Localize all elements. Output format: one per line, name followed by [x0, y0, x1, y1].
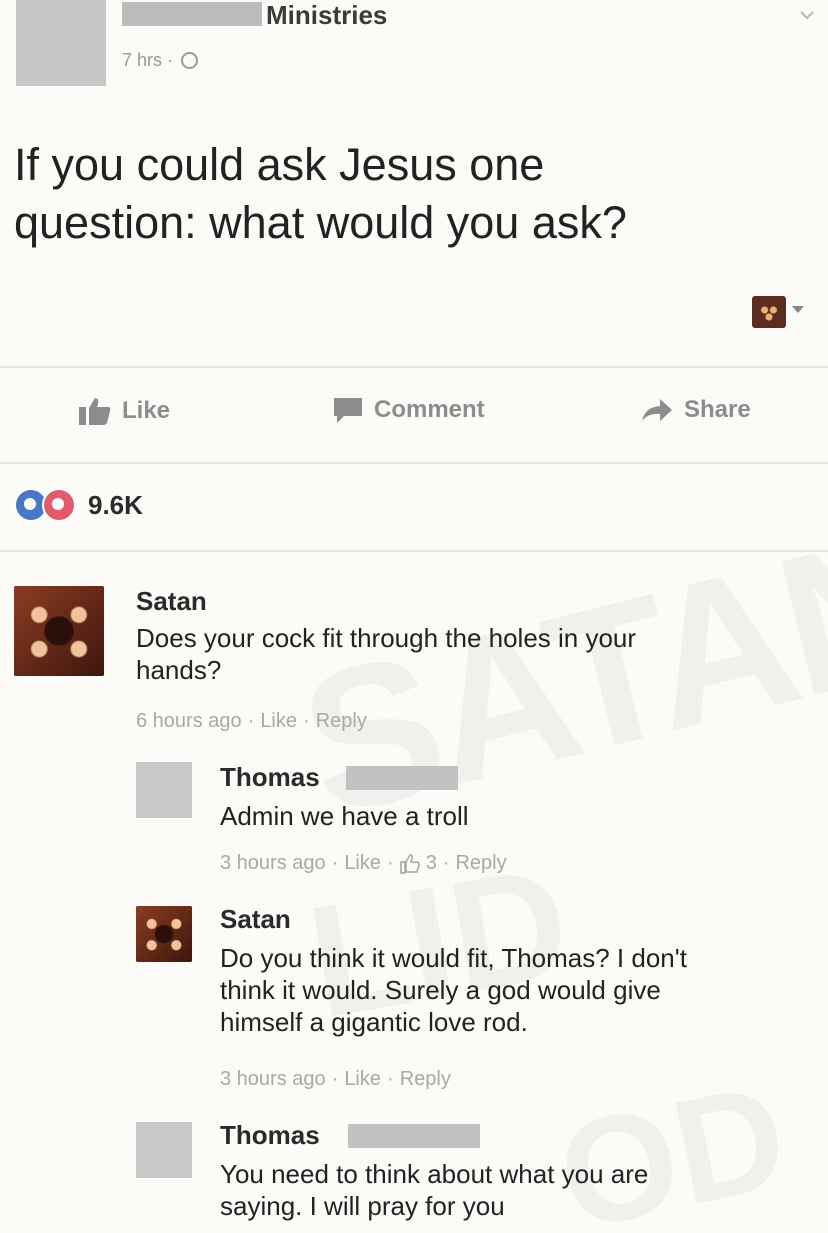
action-bar: Like Comment Share — [0, 372, 828, 452]
comment-meta: 3 hours ago · Like · 3 · Reply — [220, 852, 507, 875]
post-header: Ministries 7 hrs · — [0, 0, 828, 100]
comment-time[interactable]: 6 hours ago — [136, 710, 242, 733]
thumbs-up-icon — [79, 398, 111, 425]
comment-like-count[interactable]: 3 — [426, 852, 437, 875]
like-label: Like — [122, 397, 171, 424]
reacting-as-avatar[interactable] — [752, 296, 786, 328]
redacted-name-block — [122, 2, 262, 26]
comment-text-line: Do you think it would fit, Thomas? I don… — [220, 943, 687, 973]
comment-text: Do you think it would fit, Thomas? I don… — [220, 942, 820, 1038]
post-timestamp: 7 hrs · — [122, 50, 199, 71]
commenter-name[interactable]: Thomas — [220, 1120, 320, 1151]
avatar[interactable] — [136, 1122, 192, 1178]
comment-meta: 6 hours ago · Like · Reply — [136, 710, 367, 733]
comment-reply-link[interactable]: Reply — [400, 1068, 451, 1091]
chevron-down-icon[interactable] — [798, 6, 816, 24]
comment-button[interactable]: Comment — [332, 396, 485, 424]
avatar[interactable] — [136, 906, 192, 962]
comment-text-line: think it would. Surely a god would give — [220, 975, 661, 1005]
comment-text-line: Admin we have a troll — [220, 801, 469, 831]
commenter-name[interactable]: Satan — [220, 904, 291, 935]
comment-text-line: himself a gigantic love rod. — [220, 1007, 528, 1037]
comment-reply-link[interactable]: Reply — [455, 852, 506, 875]
comment-like-link[interactable]: Like — [260, 710, 297, 733]
comment-text-line: Does your cock fit through the holes in … — [136, 623, 637, 653]
comment-text: You need to think about what you are say… — [220, 1158, 820, 1222]
comment-reply-link[interactable]: Reply — [316, 710, 367, 733]
like-button[interactable]: Like — [78, 396, 170, 426]
page-name[interactable]: Ministries — [266, 0, 387, 31]
commenter-name[interactable]: Thomas — [220, 762, 320, 793]
redacted-name-block — [348, 1124, 480, 1148]
comment-time[interactable]: 3 hours ago — [220, 852, 326, 875]
share-arrow-icon — [642, 399, 672, 421]
divider — [0, 462, 828, 464]
post-text-line-2: question: what would you ask? — [14, 197, 627, 248]
commenter-name[interactable]: Satan — [136, 586, 207, 617]
post-text: If you could ask Jesus one question: wha… — [14, 136, 794, 252]
comment-label: Comment — [374, 396, 485, 423]
comment-text-line: hands? — [136, 655, 222, 685]
reaction-count: 9.6K — [88, 489, 143, 520]
comment-text-line: saying. I will pray for you — [220, 1191, 505, 1221]
divider — [0, 550, 828, 552]
comment-text: Admin we have a troll — [220, 800, 810, 832]
avatar[interactable] — [136, 762, 192, 818]
comment-like-link[interactable]: Like — [344, 1068, 381, 1091]
divider — [0, 366, 828, 368]
facebook-post-page: SATAN LID OD Ministries 7 hrs · If you c… — [0, 0, 828, 1233]
share-button[interactable]: Share — [640, 396, 751, 424]
comment-meta: 3 hours ago · Like · Reply — [220, 1068, 451, 1091]
reaction-summary[interactable]: 9.6K — [14, 488, 143, 522]
comment-time[interactable]: 3 hours ago — [220, 1068, 326, 1091]
love-reaction-icon — [42, 488, 76, 522]
globe-icon — [181, 52, 199, 69]
comment-text: Does your cock fit through the holes in … — [136, 622, 816, 686]
caret-down-icon[interactable] — [792, 306, 804, 313]
thumbs-up-icon — [399, 853, 420, 874]
post-time-text[interactable]: 7 hrs · — [122, 50, 173, 71]
avatar[interactable] — [14, 586, 104, 676]
comment-like-link[interactable]: Like — [344, 852, 381, 875]
share-label: Share — [684, 396, 751, 423]
comment-text-line: You need to think about what you are — [220, 1159, 649, 1189]
page-avatar[interactable] — [16, 0, 106, 86]
comment-icon — [334, 398, 362, 423]
redacted-name-block — [346, 766, 458, 790]
post-text-line-1: If you could ask Jesus one — [14, 139, 545, 190]
